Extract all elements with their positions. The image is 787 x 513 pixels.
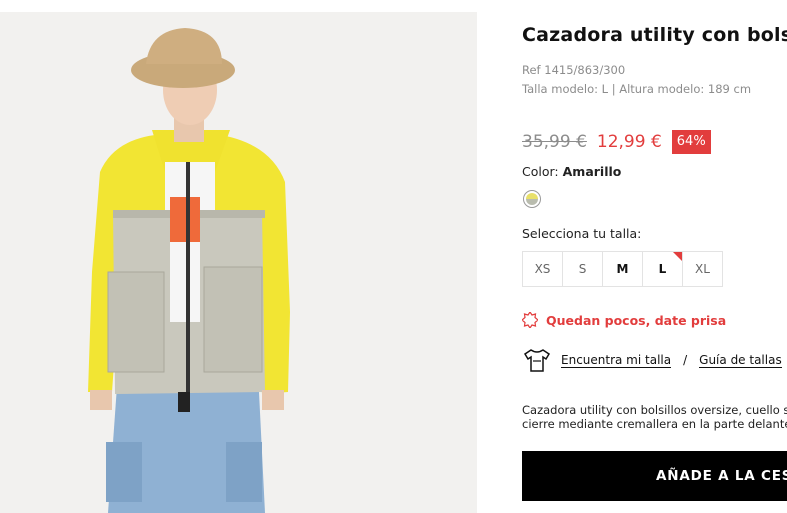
size-option-s[interactable]: S	[562, 251, 603, 287]
product-info-panel: Cazadora utility con bolsillos Ref 1415/…	[522, 0, 787, 513]
find-my-size-link[interactable]: Encuentra mi talla	[561, 353, 672, 368]
color-label: Color:	[522, 164, 559, 179]
price-row: 35,99 € 12,99 € 64%	[522, 129, 711, 155]
size-option-l[interactable]: L	[642, 251, 683, 287]
product-title: Cazadora utility con bolsillos	[522, 24, 787, 46]
product-description: Cazadora utility con bolsillos oversize,…	[522, 403, 787, 431]
product-photo	[0, 12, 477, 513]
tshirt-measure-icon	[523, 349, 551, 372]
size-option-xl[interactable]: XL	[682, 251, 723, 287]
description-line-2: cierre mediante cremallera en la parte d…	[522, 417, 787, 431]
add-to-cart-button[interactable]: AÑADE A LA CESTA	[522, 451, 787, 501]
stock-text: Quedan pocos, date prisa	[546, 312, 727, 328]
product-image[interactable]	[0, 12, 477, 513]
add-to-cart-label: AÑADE A LA CESTA	[656, 468, 787, 484]
size-selector: XS S M L XL	[522, 251, 723, 287]
hot-badge-icon	[522, 312, 538, 328]
link-separator: /	[683, 353, 688, 367]
color-swatch[interactable]	[523, 190, 541, 208]
discount-badge: 64%	[671, 130, 711, 154]
size-option-m[interactable]: M	[602, 251, 643, 287]
size-option-xs[interactable]: XS	[522, 251, 563, 287]
low-stock-message: Quedan pocos, date prisa	[522, 312, 726, 328]
size-label: Selecciona tu talla:	[522, 226, 642, 241]
color-line: Color: Amarillo	[522, 164, 621, 179]
description-line-1: Cazadora utility con bolsillos oversize,…	[522, 403, 787, 417]
product-reference: Ref 1415/863/300	[522, 63, 626, 77]
color-value: Amarillo	[562, 164, 622, 179]
model-info: Talla modelo: L | Altura modelo: 189 cm	[522, 82, 752, 96]
swatch-fill	[526, 193, 538, 205]
size-guide-link[interactable]: Guía de tallas	[699, 353, 782, 368]
size-help-row: Encuentra mi talla / Guía de tallas	[522, 347, 782, 373]
sale-price: 12,99 €	[596, 132, 662, 152]
original-price: 35,99 €	[522, 132, 587, 152]
